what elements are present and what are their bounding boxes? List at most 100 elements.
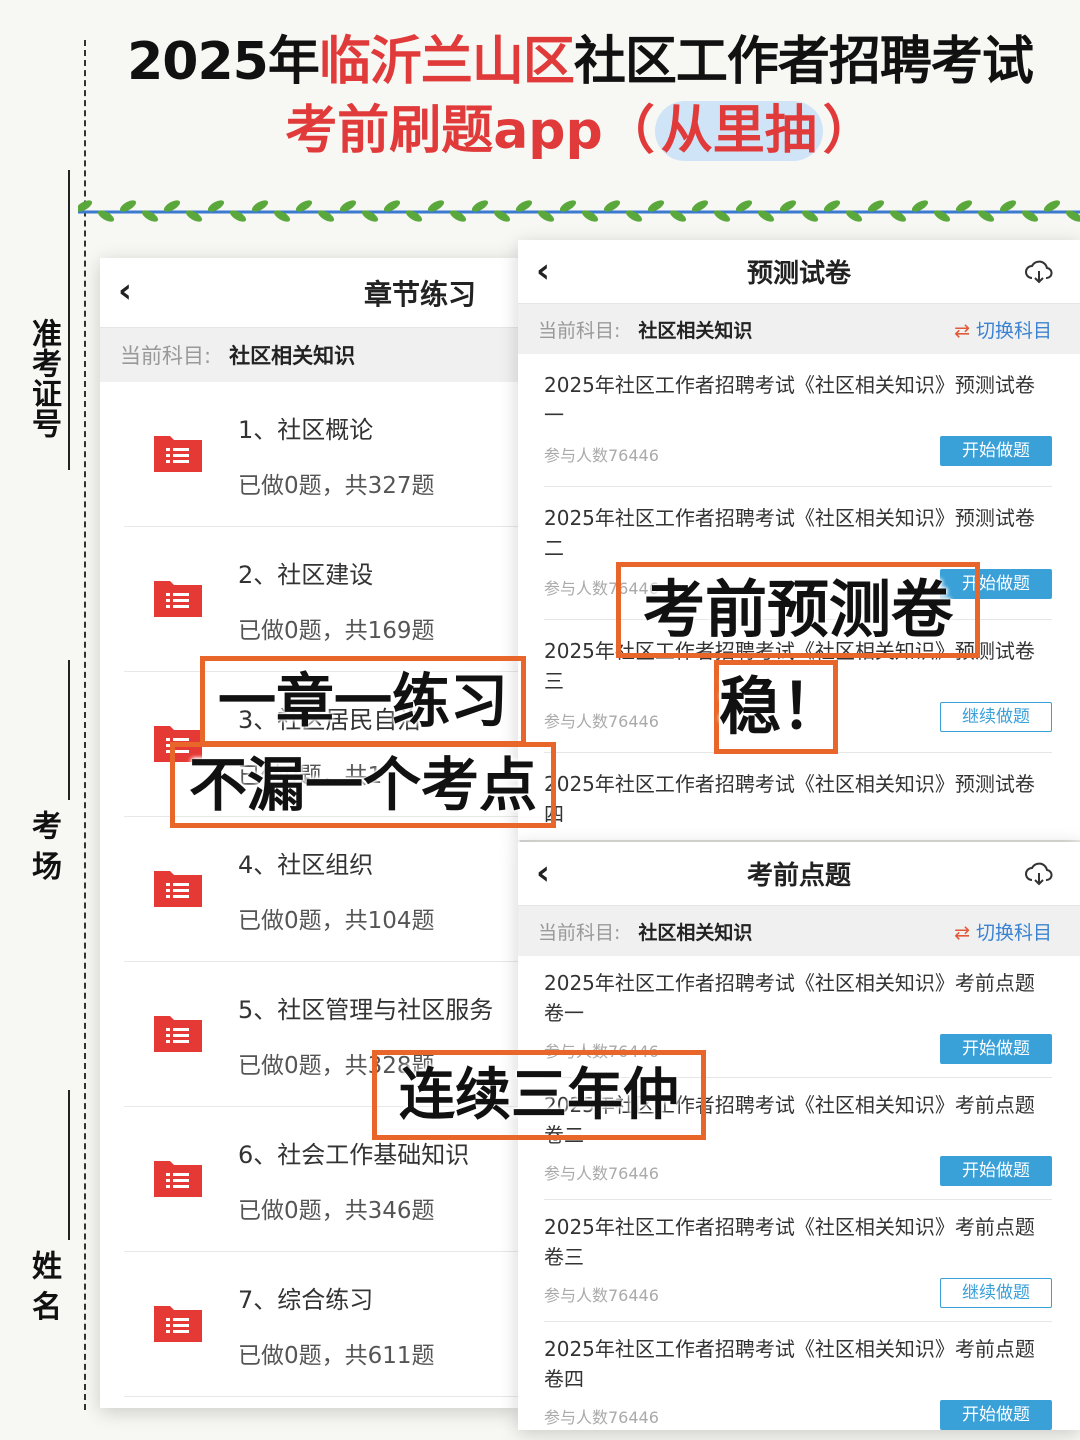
subject-value: 社区相关知识 <box>229 344 356 368</box>
chapter-name: 1、社区概论 <box>238 416 374 444</box>
folder-list-icon <box>154 871 202 907</box>
vine-leaf <box>537 210 555 222</box>
subject-key: 当前科目: <box>538 921 621 944</box>
chapter-name: 6、社会工作基础知识 <box>238 1141 470 1169</box>
paper-title: 2025年社区工作者招聘考试《社区相关知识》预测试卷一 <box>544 373 1035 427</box>
chapter-item[interactable]: 7、综合练习 已做0题，共611题 <box>124 1252 520 1397</box>
title-exam: 社区工作者招聘考试 <box>573 32 1034 92</box>
paper-title: 2025年社区工作者招聘考试《社区相关知识》考前点题卷四 <box>544 1337 1035 1391</box>
chapter-nav-bar: ‹ 章节练习 <box>100 258 520 328</box>
cloud-download-icon[interactable] <box>1024 862 1054 886</box>
continue-paper-button[interactable]: 继续做题 <box>940 702 1052 732</box>
back-arrow-icon[interactable]: ‹ <box>536 856 564 892</box>
vine-leaf <box>229 210 247 222</box>
start-paper-button[interactable]: 开始做题 <box>940 1156 1052 1186</box>
chapter-item[interactable]: 1、社区概论 已做0题，共327题 <box>124 382 520 527</box>
folder-list-icon <box>154 436 202 472</box>
paper-item[interactable]: 2025年社区工作者招聘考试《社区相关知识》考前点题卷三 参与人数76446 继… <box>544 1200 1052 1322</box>
paper-item[interactable]: 2025年社区工作者招聘考试《社区相关知识》考前点题卷四 参与人数76446 开… <box>544 1322 1052 1430</box>
continue-paper-button[interactable]: 继续做题 <box>940 1278 1052 1308</box>
vine-leaf <box>889 210 907 222</box>
chapter-name: 7、综合练习 <box>238 1286 374 1314</box>
chapter-stat: 已做0题，共327题 <box>238 473 435 499</box>
subject-value: 社区相关知识 <box>638 319 753 342</box>
subtitle-close-paren: ） <box>822 101 875 161</box>
paper-participants: 参与人数76446 <box>544 712 659 731</box>
cloud-download-icon[interactable] <box>1024 260 1054 284</box>
switch-subject-label: 切换科目 <box>975 921 1052 944</box>
subject-value: 社区相关知识 <box>638 921 753 944</box>
title-line-2: 考前刷题app（ 从里抽） <box>100 98 1060 164</box>
paper-item[interactable]: 2025年社区工作者招聘考试《社区相关知识》预测试卷一 参与人数76446 开始… <box>544 354 1052 487</box>
name-label: 姓 名 <box>26 1250 61 1321</box>
room-field: 考 场 <box>14 660 70 920</box>
name-field: 姓 名 <box>14 1090 70 1350</box>
hot-subject-bar: 当前科目: 社区相关知识 ⇄ 切换科目 <box>518 906 1080 956</box>
paper-title: 2025年社区工作者招聘考试《社区相关知识》预测试卷二 <box>544 506 1035 560</box>
chapter-list: 1、社区概论 已做0题，共327题 2、社区建设 已做0题，共169题 3、社区… <box>100 382 520 1397</box>
chapter-item[interactable]: 4、社区组织 已做0题，共104题 <box>124 817 520 962</box>
start-paper-button[interactable]: 开始做题 <box>940 436 1052 466</box>
vine-leaf <box>361 210 379 222</box>
chapter-tagline-box: 一章一练习 <box>200 656 526 746</box>
vine-leaf <box>405 210 423 222</box>
exam-id-label: 准考证号 <box>26 318 61 438</box>
vine-leaf <box>845 210 863 222</box>
title-year: 2025年 <box>127 32 320 92</box>
paper-title: 2025年社区工作者招聘考试《社区相关知识》预测试卷四 <box>544 772 1035 826</box>
folder-list-icon <box>154 1016 202 1052</box>
vine-leaf <box>317 210 335 222</box>
vine-leaf <box>933 210 951 222</box>
coverage-tagline-box: 不漏一个考点 <box>170 742 556 828</box>
switch-subject-button[interactable]: ⇄ 切换科目 <box>954 316 1052 343</box>
back-arrow-icon[interactable]: ‹ <box>118 274 146 310</box>
vine-leaf <box>1021 210 1039 222</box>
subject-key: 当前科目: <box>120 344 212 368</box>
paper-item[interactable]: 2025年社区工作者招聘考试《社区相关知识》预测试卷四 <box>544 753 1052 840</box>
switch-subject-label: 切换科目 <box>975 319 1052 342</box>
folder-list-icon <box>154 1161 202 1197</box>
switch-subject-button[interactable]: ⇄ 切换科目 <box>954 918 1052 945</box>
vine-leaf <box>801 210 819 222</box>
paper-participants: 参与人数76446 <box>544 1408 659 1427</box>
chapter-stat: 已做0题，共346题 <box>238 1198 435 1224</box>
paper-participants: 参与人数76446 <box>544 446 659 465</box>
vine-leaf <box>1065 210 1080 222</box>
exam-id-field: 准考证号 <box>14 170 70 560</box>
chapter-item[interactable]: 2、社区建设 已做0题，共169题 <box>124 527 520 672</box>
subtitle-main: 考前刷题app <box>285 101 603 161</box>
folder-list-icon <box>154 1306 202 1342</box>
swap-arrows-icon: ⇄ <box>954 319 970 342</box>
vine-leaf <box>185 210 203 222</box>
binding-line <box>84 40 86 1410</box>
subtitle-pill: 从里抽 <box>654 101 823 161</box>
start-paper-button[interactable]: 开始做题 <box>940 1034 1052 1064</box>
swap-arrows-icon: ⇄ <box>954 921 970 944</box>
hot-nav-bar: ‹ 考前点题 <box>518 842 1080 906</box>
room-label: 考 场 <box>26 810 61 881</box>
vine-leaf <box>97 210 115 222</box>
vine-leaf <box>449 210 467 222</box>
folder-list-icon <box>154 581 202 617</box>
subtitle-open-paren: （ <box>602 101 655 161</box>
subject-key: 当前科目: <box>538 319 621 342</box>
back-arrow-icon[interactable]: ‹ <box>536 254 564 290</box>
chapter-subject-bar: 当前科目: 社区相关知识 <box>100 328 520 382</box>
vine-leaf <box>757 210 775 222</box>
vine-leaf <box>713 210 731 222</box>
title-region: 临沂兰山区 <box>318 32 575 92</box>
steady-tagline-box: 稳！ <box>714 660 843 754</box>
start-paper-button[interactable]: 开始做题 <box>940 1400 1052 1430</box>
title-line-1: 2025年临沂兰山区社区工作者招聘考试 <box>100 28 1060 96</box>
chapter-stat: 已做0题，共169题 <box>238 618 435 644</box>
predict-nav-title: 预测试卷 <box>746 259 851 289</box>
page-title: 2025年临沂兰山区社区工作者招聘考试 考前刷题app（ 从里抽） <box>100 28 1060 164</box>
paper-participants: 参与人数76446 <box>544 1164 659 1183</box>
vine-leaf <box>581 210 599 222</box>
vine-divider <box>78 200 1080 222</box>
name-rule <box>68 1090 70 1240</box>
vine-leaf <box>273 210 291 222</box>
paper-participants: 参与人数76446 <box>544 1286 659 1305</box>
predict-subject-bar: 当前科目: 社区相关知识 ⇄ 切换科目 <box>518 304 1080 354</box>
chapter-name: 4、社区组织 <box>238 851 374 879</box>
